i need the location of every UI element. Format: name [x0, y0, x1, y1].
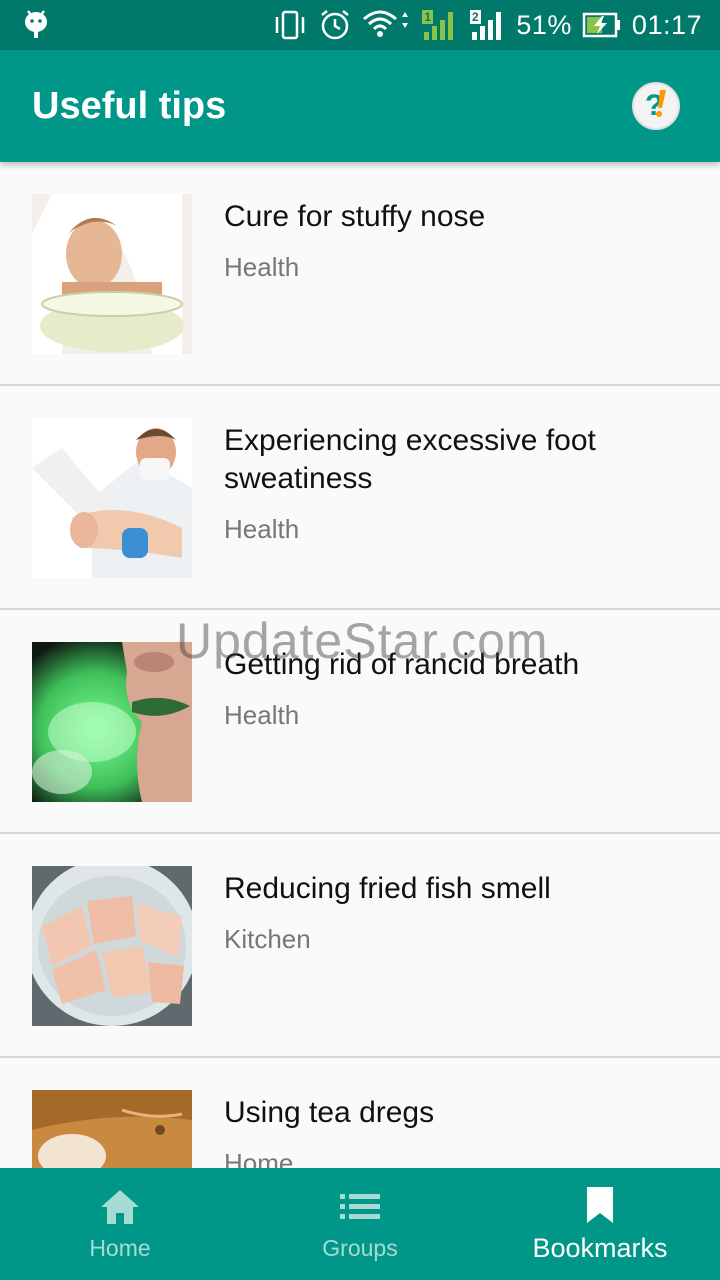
alarm-icon — [318, 8, 352, 42]
signal-sim2-icon: 2 — [468, 8, 506, 42]
nav-home[interactable]: Home — [0, 1168, 240, 1280]
battery-percent: 51% — [516, 9, 572, 40]
tip-title: Using tea dregs — [224, 1096, 435, 1129]
nav-groups-label: Groups — [322, 1234, 398, 1261]
thumbnail-image — [32, 1090, 192, 1168]
signal-sim1-icon: 1 — [420, 8, 458, 42]
home-icon — [99, 1187, 141, 1227]
page-title: Useful tips — [32, 84, 227, 127]
thumbnail-image — [32, 194, 192, 354]
android-icon — [22, 7, 50, 44]
clock: 01:17 — [631, 9, 702, 40]
list-item[interactable]: Using tea dregs Home — [0, 1058, 720, 1168]
tip-category: Home — [224, 1148, 294, 1168]
tip-category: Kitchen — [224, 924, 311, 954]
app-bar: Useful tips ? — [0, 50, 720, 162]
list-item[interactable]: Reducing fried fish smell Kitchen — [0, 834, 720, 1058]
help-question-icon: ? — [636, 84, 676, 129]
list-item[interactable]: Getting rid of rancid breath Health — [0, 610, 720, 834]
nav-bookmarks-label: Bookmarks — [532, 1232, 668, 1263]
wifi-icon — [362, 9, 410, 41]
list-item[interactable]: Experiencing excessive foot sweatiness H… — [0, 386, 720, 610]
help-button[interactable]: ? — [632, 82, 680, 130]
nav-groups[interactable]: Groups — [240, 1168, 480, 1280]
battery-charging-icon — [582, 11, 622, 39]
tip-category: Health — [224, 700, 300, 730]
tip-title: Cure for stuffy nose — [224, 200, 486, 233]
tip-title: Experiencing excessive foot sweatiness — [224, 424, 596, 495]
thumbnail-image — [32, 418, 192, 578]
svg-text:1: 1 — [425, 10, 432, 24]
nav-bookmarks[interactable]: Bookmarks — [480, 1168, 720, 1280]
svg-text:2: 2 — [472, 10, 479, 24]
bookmark-icon — [585, 1185, 615, 1225]
tip-category: Health — [224, 514, 300, 544]
status-bar: 1 2 51% 01:17 — [0, 0, 720, 50]
tip-title: Getting rid of rancid breath — [224, 648, 580, 681]
vibrate-icon — [272, 9, 308, 41]
nav-home-label: Home — [89, 1234, 151, 1261]
tip-title: Reducing fried fish smell — [224, 872, 551, 905]
list-icon — [340, 1187, 380, 1227]
list-item[interactable]: Cure for stuffy nose Health — [0, 162, 720, 386]
bottom-navigation: Home Groups Bookmarks — [0, 1168, 720, 1280]
tip-category: Health — [224, 252, 300, 282]
thumbnail-image — [32, 866, 192, 1026]
tips-list: Cure for stuffy nose Health Experiencing… — [0, 162, 720, 1168]
thumbnail-image — [32, 642, 192, 802]
